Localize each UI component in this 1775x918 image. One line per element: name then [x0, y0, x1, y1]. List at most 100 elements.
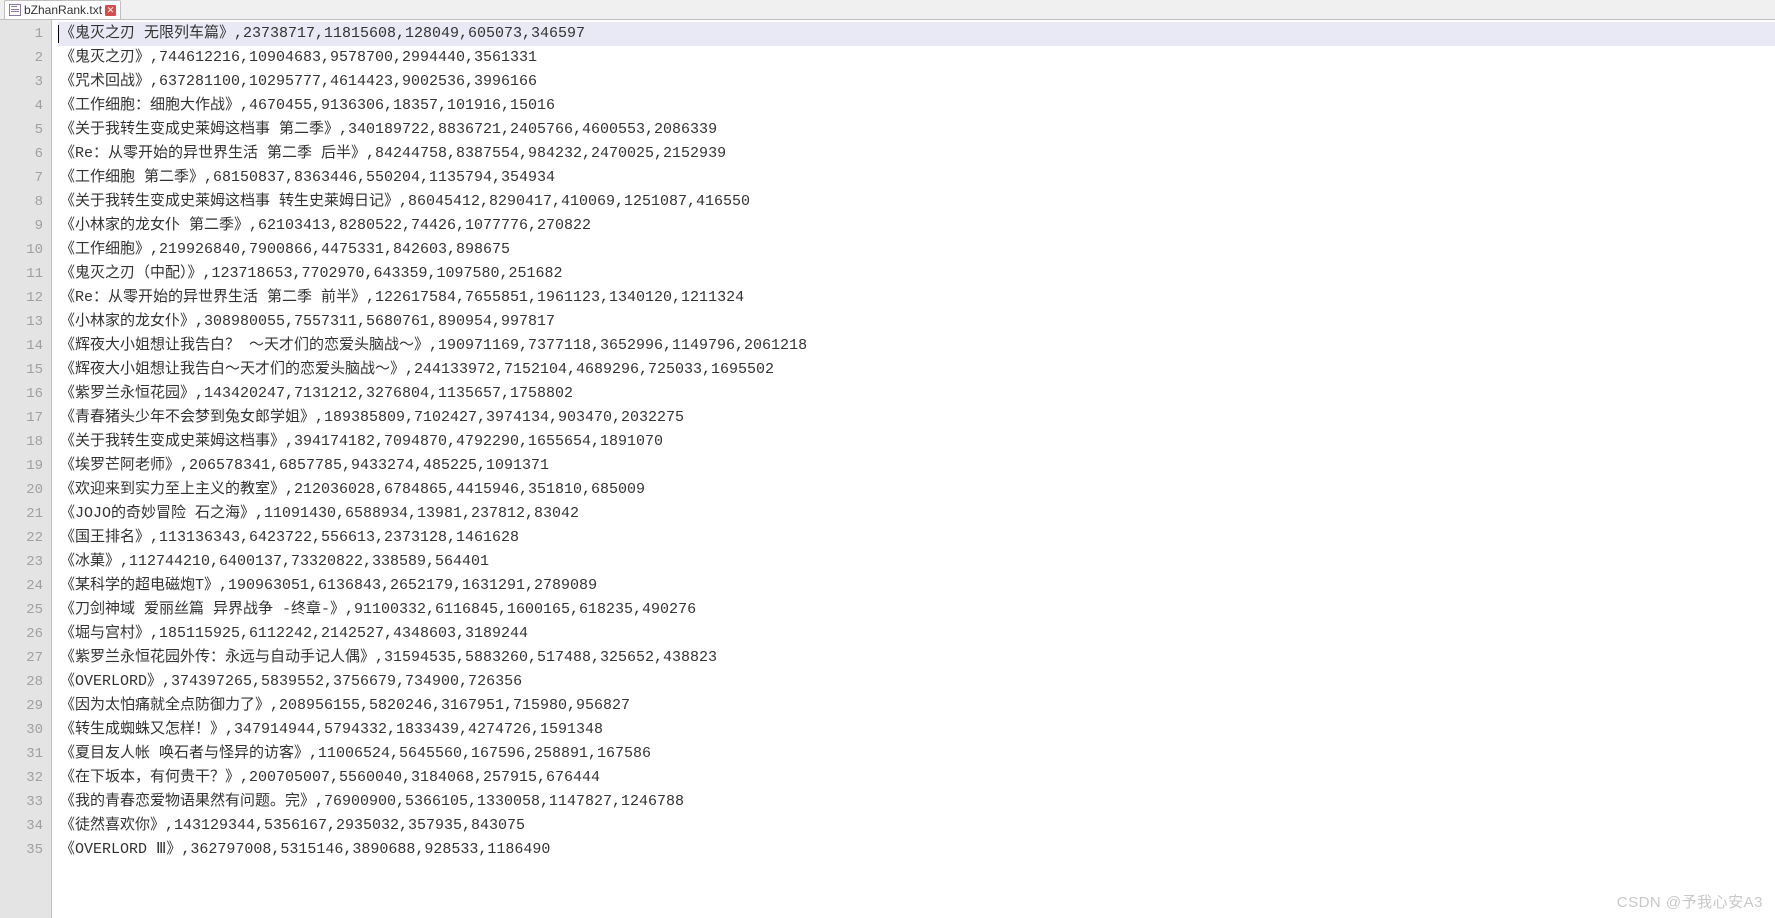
code-line[interactable]: 《在下坂本，有何贵干？》,200705007,5560040,3184068,2… — [58, 766, 1775, 790]
line-text: 《堀与宫村》,185115925,6112242,2142527,4348603… — [60, 625, 528, 642]
code-line[interactable]: 《国王排名》,113136343,6423722,556613,2373128,… — [58, 526, 1775, 550]
line-text: 《青春猪头少年不会梦到兔女郎学姐》,189385809,7102427,3974… — [60, 409, 684, 426]
line-text: 《欢迎来到实力至上主义的教室》,212036028,6784865,441594… — [60, 481, 645, 498]
line-number: 13 — [18, 310, 43, 334]
code-line[interactable]: 《鬼灭之刃 无限列车篇》,23738717,11815608,128049,60… — [58, 22, 1775, 46]
line-number: 5 — [18, 118, 43, 142]
code-line[interactable]: 《Re：从零开始的异世界生活 第二季 前半》,122617584,7655851… — [58, 286, 1775, 310]
line-number: 9 — [18, 214, 43, 238]
line-number: 17 — [18, 406, 43, 430]
line-text: 《埃罗芒阿老师》,206578341,6857785,9433274,48522… — [60, 457, 549, 474]
line-number: 26 — [18, 622, 43, 646]
code-line[interactable]: 《欢迎来到实力至上主义的教室》,212036028,6784865,441594… — [58, 478, 1775, 502]
code-line[interactable]: 《OVERLORD Ⅲ》,362797008,5315146,3890688,9… — [58, 838, 1775, 862]
line-text: 《小林家的龙女仆》,308980055,7557311,5680761,8909… — [60, 313, 555, 330]
code-line[interactable]: 《工作细胞：细胞大作战》,4670455,9136306,18357,10191… — [58, 94, 1775, 118]
code-line[interactable]: 《埃罗芒阿老师》,206578341,6857785,9433274,48522… — [58, 454, 1775, 478]
line-number: 3 — [18, 70, 43, 94]
line-text: 《关于我转生变成史莱姆这档事》,394174182,7094870,479229… — [60, 433, 663, 450]
line-text: 《Re：从零开始的异世界生活 第二季 前半》,122617584,7655851… — [60, 289, 744, 306]
line-text: 《夏目友人帐 唤石者与怪异的访客》,11006524,5645560,16759… — [60, 745, 651, 762]
line-text: 《咒术回战》,637281100,10295777,4614423,900253… — [60, 73, 537, 90]
code-line[interactable]: 《关于我转生变成史莱姆这档事 第二季》,340189722,8836721,24… — [58, 118, 1775, 142]
line-number: 22 — [18, 526, 43, 550]
line-number: 15 — [18, 358, 43, 382]
code-line[interactable]: 《冰菓》,112744210,6400137,73320822,338589,5… — [58, 550, 1775, 574]
line-number: 6 — [18, 142, 43, 166]
line-number: 19 — [18, 454, 43, 478]
code-content[interactable]: 《鬼灭之刃 无限列车篇》,23738717,11815608,128049,60… — [52, 20, 1775, 918]
line-text: 《刀剑神域 爱丽丝篇 异界战争 -终章-》,91100332,6116845,1… — [60, 601, 696, 618]
line-number: 2 — [18, 46, 43, 70]
line-text: 《关于我转生变成史莱姆这档事 转生史莱姆日记》,86045412,8290417… — [60, 193, 750, 210]
code-line[interactable]: 《小林家的龙女仆 第二季》,62103413,8280522,74426,107… — [58, 214, 1775, 238]
code-line[interactable]: 《工作细胞》,219926840,7900866,4475331,842603,… — [58, 238, 1775, 262]
file-tab[interactable]: bZhanRank.txt ✕ — [4, 0, 121, 19]
code-line[interactable]: 《夏目友人帐 唤石者与怪异的访客》,11006524,5645560,16759… — [58, 742, 1775, 766]
line-text: 《某科学的超电磁炮T》,190963051,6136843,2652179,16… — [60, 577, 597, 594]
editor-area: 1234567891011121314151617181920212223242… — [0, 20, 1775, 918]
line-number: 20 — [18, 478, 43, 502]
tab-filename: bZhanRank.txt — [24, 3, 102, 17]
code-line[interactable]: 《辉夜大小姐想让我告白～天才们的恋爱头脑战～》,244133972,715210… — [58, 358, 1775, 382]
code-line[interactable]: 《咒术回战》,637281100,10295777,4614423,900253… — [58, 70, 1775, 94]
watermark: CSDN @予我心安A3 — [1617, 891, 1763, 912]
line-number: 7 — [18, 166, 43, 190]
code-line[interactable]: 《青春猪头少年不会梦到兔女郎学姐》,189385809,7102427,3974… — [58, 406, 1775, 430]
code-line[interactable]: 《小林家的龙女仆》,308980055,7557311,5680761,8909… — [58, 310, 1775, 334]
code-line[interactable]: 《紫罗兰永恒花园》,143420247,7131212,3276804,1135… — [58, 382, 1775, 406]
code-line[interactable]: 《辉夜大小姐想让我告白？ ～天才们的恋爱头脑战～》,190971169,7377… — [58, 334, 1775, 358]
code-line[interactable]: 《关于我转生变成史莱姆这档事》,394174182,7094870,479229… — [58, 430, 1775, 454]
line-text: 《JOJO的奇妙冒险 石之海》,11091430,6588934,13981,2… — [60, 505, 579, 522]
line-number: 29 — [18, 694, 43, 718]
line-text: 《关于我转生变成史莱姆这档事 第二季》,340189722,8836721,24… — [60, 121, 717, 138]
code-line[interactable]: 《工作细胞 第二季》,68150837,8363446,550204,11357… — [58, 166, 1775, 190]
code-line[interactable]: 《紫罗兰永恒花园外传：永远与自动手记人偶》,31594535,5883260,5… — [58, 646, 1775, 670]
line-number: 33 — [18, 790, 43, 814]
line-text: 《鬼灭之刃》,744612216,10904683,9578700,299444… — [60, 49, 537, 66]
line-text: 《OVERLORD》,374397265,5839552,3756679,734… — [60, 673, 522, 690]
code-line[interactable]: 《因为太怕痛就全点防御力了》,208956155,5820246,3167951… — [58, 694, 1775, 718]
line-text: 《辉夜大小姐想让我告白？ ～天才们的恋爱头脑战～》,190971169,7377… — [60, 337, 807, 354]
line-number: 34 — [18, 814, 43, 838]
code-line[interactable]: 《转生成蜘蛛又怎样！》,347914944,5794332,1833439,42… — [58, 718, 1775, 742]
line-number: 18 — [18, 430, 43, 454]
line-text: 《紫罗兰永恒花园外传：永远与自动手记人偶》,31594535,5883260,5… — [60, 649, 717, 666]
code-line[interactable]: 《某科学的超电磁炮T》,190963051,6136843,2652179,16… — [58, 574, 1775, 598]
code-line[interactable]: 《堀与宫村》,185115925,6112242,2142527,4348603… — [58, 622, 1775, 646]
line-number: 32 — [18, 766, 43, 790]
code-line[interactable]: 《我的青春恋爱物语果然有问题。完》,76900900,5366105,13300… — [58, 790, 1775, 814]
line-text: 《辉夜大小姐想让我告白～天才们的恋爱头脑战～》,244133972,715210… — [60, 361, 774, 378]
line-number: 16 — [18, 382, 43, 406]
line-number: 31 — [18, 742, 43, 766]
line-number: 8 — [18, 190, 43, 214]
line-text: 《Re：从零开始的异世界生活 第二季 后半》,84244758,8387554,… — [60, 145, 726, 162]
file-icon — [9, 4, 21, 16]
code-line[interactable]: 《鬼灭之刃（中配）》,123718653,7702970,643359,1097… — [58, 262, 1775, 286]
code-line[interactable]: 《鬼灭之刃》,744612216,10904683,9578700,299444… — [58, 46, 1775, 70]
line-text: 《小林家的龙女仆 第二季》,62103413,8280522,74426,107… — [60, 217, 591, 234]
line-number: 23 — [18, 550, 43, 574]
line-number: 10 — [18, 238, 43, 262]
line-text: 《工作细胞 第二季》,68150837,8363446,550204,11357… — [60, 169, 555, 186]
line-number: 24 — [18, 574, 43, 598]
line-number: 30 — [18, 718, 43, 742]
tab-bar: bZhanRank.txt ✕ — [0, 0, 1775, 20]
close-icon[interactable]: ✕ — [105, 5, 116, 16]
line-number: 14 — [18, 334, 43, 358]
line-text: 《工作细胞》,219926840,7900866,4475331,842603,… — [60, 241, 510, 258]
code-line[interactable]: 《OVERLORD》,374397265,5839552,3756679,734… — [58, 670, 1775, 694]
line-number-gutter: 1234567891011121314151617181920212223242… — [0, 20, 52, 918]
code-line[interactable]: 《徒然喜欢你》,143129344,5356167,2935032,357935… — [58, 814, 1775, 838]
line-text: 《因为太怕痛就全点防御力了》,208956155,5820246,3167951… — [60, 697, 630, 714]
line-number: 35 — [18, 838, 43, 862]
line-text: 《冰菓》,112744210,6400137,73320822,338589,5… — [60, 553, 489, 570]
code-line[interactable]: 《Re：从零开始的异世界生活 第二季 后半》,84244758,8387554,… — [58, 142, 1775, 166]
line-text: 《国王排名》,113136343,6423722,556613,2373128,… — [60, 529, 519, 546]
line-number: 27 — [18, 646, 43, 670]
line-number: 4 — [18, 94, 43, 118]
code-line[interactable]: 《JOJO的奇妙冒险 石之海》,11091430,6588934,13981,2… — [58, 502, 1775, 526]
code-line[interactable]: 《刀剑神域 爱丽丝篇 异界战争 -终章-》,91100332,6116845,1… — [58, 598, 1775, 622]
code-line[interactable]: 《关于我转生变成史莱姆这档事 转生史莱姆日记》,86045412,8290417… — [58, 190, 1775, 214]
line-number: 25 — [18, 598, 43, 622]
